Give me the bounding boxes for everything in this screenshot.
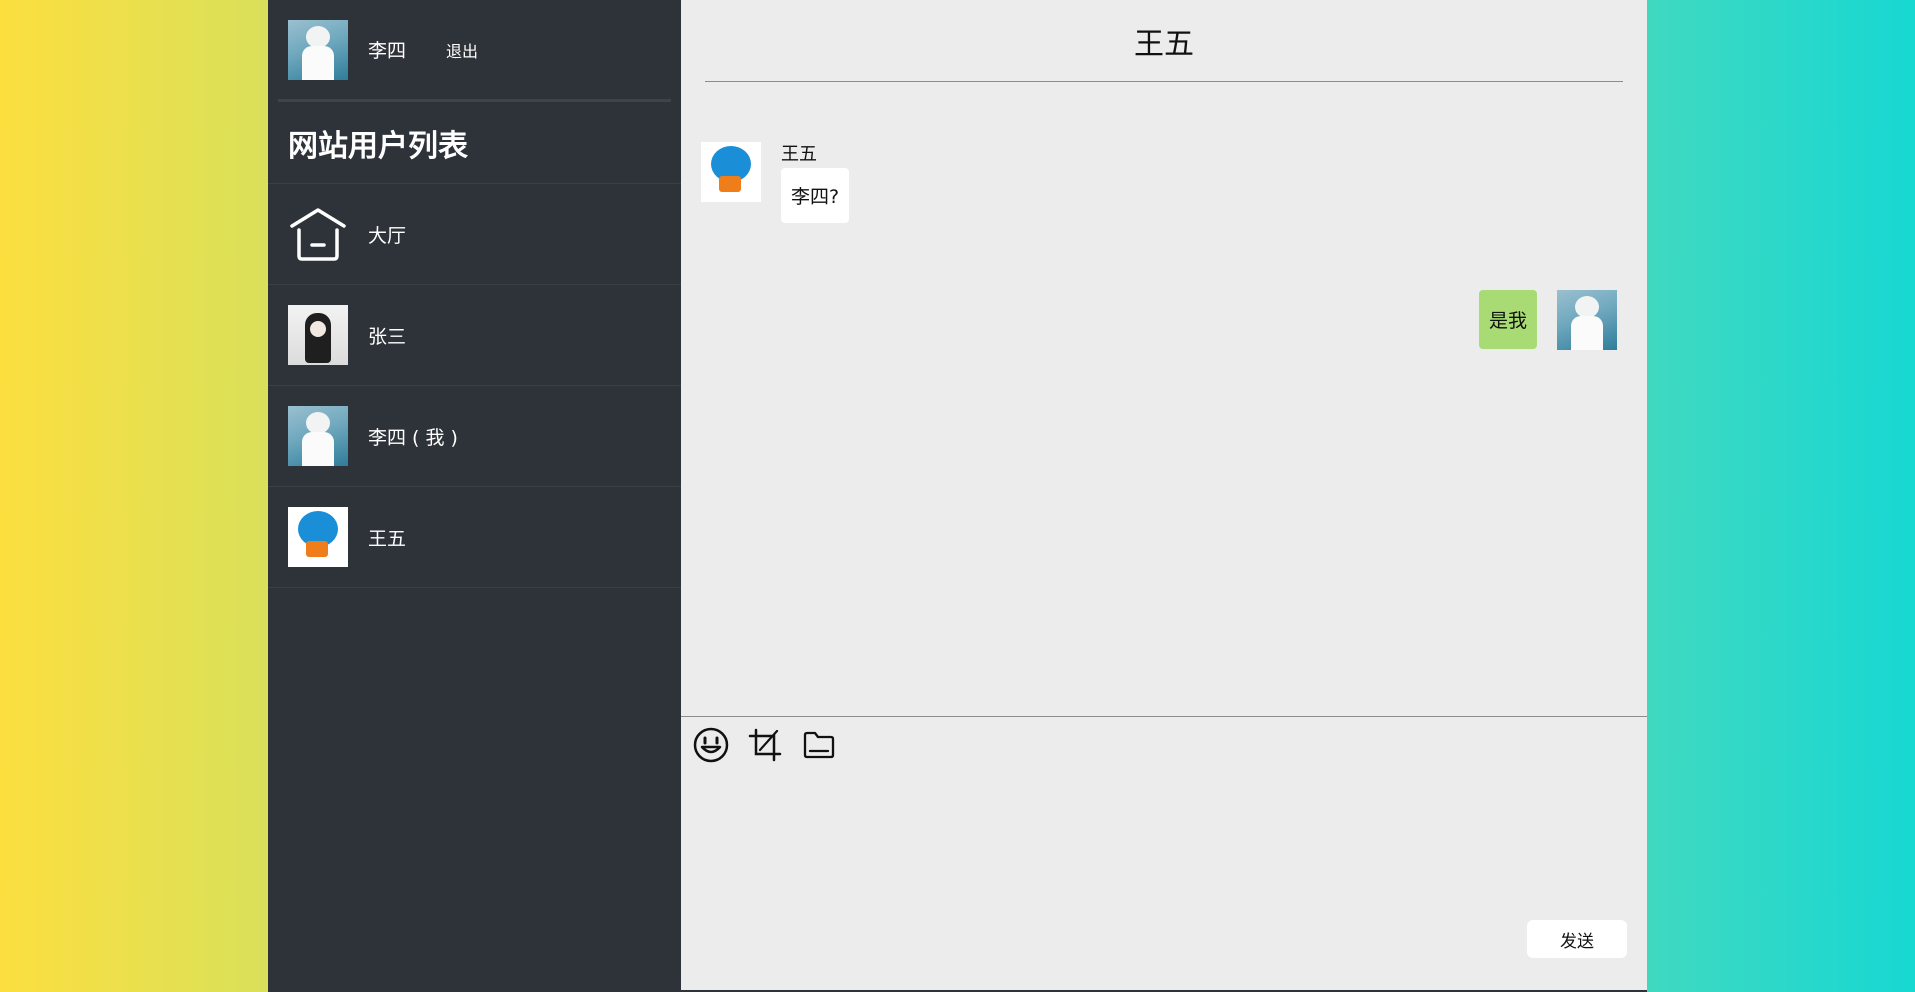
message-bubble-self: 是我 <box>1478 290 1537 349</box>
message-bubble: 李四? <box>781 168 850 223</box>
sidebar: 李四 退出 网站用户列表 大厅 张三 李四 ( 我 ) 王五 <box>268 0 681 990</box>
current-user-name: 李四 <box>368 40 407 62</box>
emoji-icon[interactable] <box>691 725 731 765</box>
composer-toolbar <box>681 717 1647 773</box>
home-icon <box>288 204 348 264</box>
message-body: 王五 李四? <box>781 142 850 223</box>
avatar <box>1557 290 1617 350</box>
avatar <box>701 142 761 202</box>
message-outgoing: 是我 <box>1478 290 1617 350</box>
message-list[interactable]: 王五 李四? 是我 <box>681 82 1647 716</box>
logout-button[interactable]: 退出 <box>446 38 478 62</box>
sidebar-item-zhangsan[interactable]: 张三 <box>268 285 681 386</box>
avatar <box>288 305 348 365</box>
sidebar-item-hall[interactable]: 大厅 <box>268 184 681 285</box>
chat-title: 王五 <box>705 0 1623 82</box>
send-button[interactable]: 发送 <box>1527 920 1627 958</box>
sidebar-item-wangwu[interactable]: 王五 <box>268 487 681 588</box>
message-composer[interactable]: 发送 <box>681 716 1647 990</box>
chat-panel: 王五 王五 李四? 是我 发送 <box>681 0 1647 990</box>
avatar <box>288 406 348 466</box>
sidebar-item-label: 张三 <box>368 325 407 348</box>
message-sender: 王五 <box>781 144 817 165</box>
avatar <box>288 507 348 567</box>
message-incoming: 王五 李四? <box>701 142 850 223</box>
chat-app: 李四 退出 网站用户列表 大厅 张三 李四 ( 我 ) 王五 王五 王五 李四?… <box>268 0 1647 990</box>
current-user-avatar <box>288 19 348 80</box>
crop-icon[interactable] <box>745 725 785 765</box>
current-user-row: 李四 退出 <box>278 0 671 102</box>
sidebar-item-label: 王五 <box>368 527 407 550</box>
sidebar-item-lisi[interactable]: 李四 ( 我 ) <box>268 386 681 487</box>
sidebar-item-label: 大厅 <box>368 224 407 247</box>
folder-icon[interactable] <box>799 725 839 765</box>
sidebar-item-label: 李四 ( 我 ) <box>368 426 458 449</box>
user-list-title: 网站用户列表 <box>268 102 681 184</box>
